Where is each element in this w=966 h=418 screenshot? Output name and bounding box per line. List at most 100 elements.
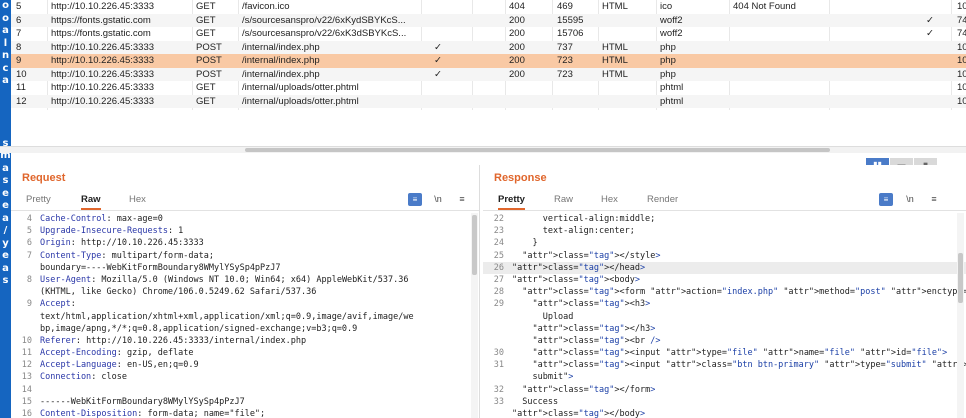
word-wrap-icon[interactable]: ≡	[879, 193, 893, 206]
line-text: "attr">class="tag"></head>	[512, 262, 646, 273]
code-line: 4 Cache-Control: max-age=0	[11, 213, 479, 225]
line-number: 25	[493, 250, 504, 261]
tab-raw[interactable]: Raw	[81, 194, 101, 210]
line-text: "attr">class="tag"><h3>	[532, 299, 651, 310]
cell-method: GET	[196, 82, 216, 93]
line-text: text-align:center;	[512, 226, 635, 237]
scrollbar-thumb[interactable]	[472, 215, 477, 275]
code-line: 5 Upgrade-Insecure-Requests: 1	[11, 225, 479, 237]
line-text: "attr">class="tag"></form>	[522, 384, 656, 395]
cell-host: http://10.10.226.45:3333	[51, 1, 155, 12]
line-number: 30	[493, 348, 504, 359]
cell-edited: ✓	[926, 28, 934, 39]
cell-params: ✓	[434, 55, 442, 66]
sidebar-letter: n	[1, 50, 10, 61]
newline-toggle[interactable]: \n	[431, 193, 445, 206]
sidebar-letter: a	[2, 162, 9, 174]
line-text: bp,image/apng,*/*;q=0.8,application/sign…	[40, 323, 358, 334]
line-number: 6	[26, 238, 32, 249]
code-line: 16 Content-Disposition: form-data; name="…	[11, 408, 479, 418]
cell-status: 200	[509, 41, 525, 53]
table-row[interactable]: 10 http://10.10.226.45:3333 POST/internal/…	[11, 67, 966, 81]
request-editor[interactable]: 4 Cache-Control: max-age=0 5 Upgrade-Insecu…	[11, 213, 479, 418]
word-wrap-icon[interactable]: ≡	[408, 193, 422, 206]
code-line: 26 "attr">class="tag"></head>	[483, 261, 966, 274]
tab-pretty[interactable]: Pretty	[26, 194, 51, 205]
cell-last: 10	[957, 41, 966, 53]
code-line: 32 "attr">class="tag"></form>	[483, 384, 966, 396]
line-text: User-Agent: Mozilla/5.0 (Windows NT 10.0…	[40, 274, 409, 285]
tab-hex[interactable]: Hex	[601, 194, 618, 205]
menu-icon[interactable]: ≡	[455, 193, 469, 206]
code-line: 11 Accept-Encoding: gzip, deflate	[11, 347, 479, 359]
cell-host: http://10.10.226.45:3333	[51, 82, 155, 93]
sidebar-letter: a	[2, 75, 9, 86]
line-text: Origin: http://10.10.226.45:3333	[40, 238, 204, 249]
line-number: 11	[21, 348, 32, 359]
table-row[interactable]: 11 http://10.10.226.45:3333 GET/internal/u…	[11, 81, 966, 95]
table-row[interactable]: 8 http://10.10.226.45:3333 POST/internal/i…	[11, 40, 966, 54]
line-number: 9	[26, 299, 32, 310]
tab-pretty[interactable]: Pretty	[498, 194, 525, 210]
line-text: boundary=----WebKitFormBoundary8WMylYSyS…	[40, 262, 281, 273]
scrollbar-thumb[interactable]	[245, 148, 830, 152]
cell-length: 469	[557, 1, 573, 12]
scrollbar-thumb[interactable]	[958, 253, 963, 303]
line-number: 10	[21, 335, 32, 346]
code-line: submit">	[483, 371, 966, 383]
sidebar-letter: e	[2, 200, 9, 211]
cell-length: 723	[557, 68, 573, 80]
code-line: (KHTML, like Gecko) Chrome/106.0.5249.62…	[11, 286, 479, 298]
cell-host: http://10.10.226.45:3333	[51, 41, 155, 53]
table-row[interactable]: 5 http://10.10.226.45:3333 GET/favicon.ico…	[11, 0, 966, 14]
code-line: "attr">class="tag"></body>	[483, 408, 966, 418]
code-line: 24 }	[483, 237, 966, 249]
cell-length: 15706	[557, 28, 584, 39]
cell-mime: HTML	[602, 68, 628, 80]
sidebar-letter: e	[2, 250, 9, 261]
code-line: 29 "attr">class="tag"><h3>	[483, 298, 966, 310]
cell-host: http://10.10.226.45:3333	[51, 55, 155, 66]
table-row[interactable]: 9 http://10.10.226.45:3333 POST/internal/i…	[11, 54, 966, 68]
cell-url: /internal/index.php	[242, 41, 320, 53]
line-text: Success	[512, 396, 559, 407]
response-vertical-scrollbar[interactable]	[957, 213, 964, 418]
history-horizontal-scrollbar[interactable]	[0, 146, 966, 153]
menu-icon[interactable]: ≡	[927, 193, 941, 206]
tab-hex[interactable]: Hex	[129, 194, 146, 205]
line-text: Referer: http://10.10.226.45:3333/intern…	[40, 335, 307, 346]
line-number: 28	[493, 287, 504, 298]
cell-status: 200	[509, 28, 525, 39]
request-tabs: Pretty Raw Hex ≡ \n ≡	[11, 191, 479, 211]
cell-num: 11	[16, 82, 26, 93]
cell-ext: ico	[660, 1, 673, 12]
code-line: Upload	[483, 311, 966, 323]
line-number: 29	[493, 299, 504, 310]
table-row[interactable]: 7 https://fonts.gstatic.com GET/s/sourcesa…	[11, 27, 966, 41]
sidebar-letter	[0, 113, 11, 126]
cell-ext: php	[660, 55, 676, 66]
newline-toggle[interactable]: \n	[903, 193, 917, 206]
table-row[interactable]: 12 http://10.10.226.45:3333 GET/internal/u…	[11, 94, 966, 108]
code-line: 6 Origin: http://10.10.226.45:3333	[11, 237, 479, 249]
cell-length: 15595	[557, 14, 584, 26]
table-row[interactable]: 6 https://fonts.gstatic.com GET/s/sourcesa…	[11, 13, 966, 27]
cell-status: 200	[509, 68, 525, 80]
code-line: "attr">class="tag"><br />	[483, 335, 966, 347]
cell-method: POST	[196, 68, 222, 80]
cell-ext: woff2	[660, 28, 683, 39]
cell-url: /s/sourcesanspro/v22/6xKydSBYKcS...	[242, 14, 406, 26]
request-title: Request	[22, 172, 66, 184]
sidebar-letter: e	[2, 187, 9, 199]
sidebar-letter	[0, 88, 11, 101]
cell-ext: phtml	[660, 82, 684, 93]
tab-raw[interactable]: Raw	[554, 194, 573, 205]
cell-last: 10	[957, 55, 966, 66]
tab-render[interactable]: Render	[647, 194, 678, 205]
line-number: 32	[493, 384, 504, 395]
code-line: "attr">class="tag"></h3>	[483, 323, 966, 335]
request-vertical-scrollbar[interactable]	[471, 213, 478, 418]
response-editor[interactable]: 22 vertical-align:middle; 23 text-align:c…	[483, 213, 966, 418]
sidebar-letter: o	[2, 0, 9, 11]
cell-status: 200	[509, 14, 525, 26]
